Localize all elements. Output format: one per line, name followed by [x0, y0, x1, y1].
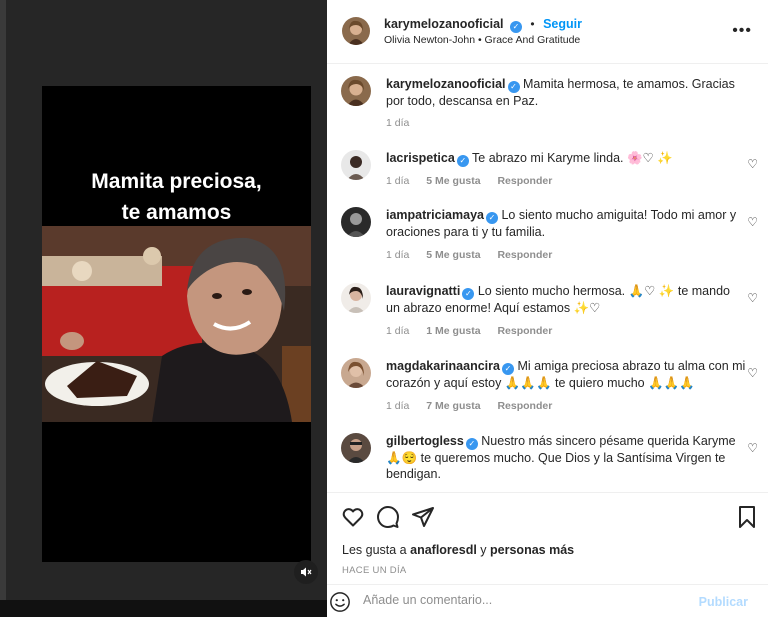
comment-username[interactable]: lauravignatti [386, 284, 460, 298]
like-comment-heart-icon[interactable]: ♡ [747, 291, 758, 305]
verified-badge-icon: ✓ [456, 155, 469, 167]
comment-meta: 1 día 1 Me gusta Responder [386, 325, 552, 337]
comment-username[interactable]: magdakarinaancira [386, 359, 500, 373]
reply-button[interactable]: Responder [497, 249, 552, 261]
comment-likes[interactable]: 5 Me gusta [426, 249, 480, 261]
reel-video[interactable]: Mamita preciosa, te amamos [42, 86, 311, 562]
mute-button[interactable] [294, 560, 318, 584]
comment-username[interactable]: gilbertogless [386, 434, 464, 448]
likes-conjunction: y [480, 543, 487, 557]
avatar-image [341, 358, 371, 388]
comment-meta: 1 día 7 Me gusta Responder [386, 400, 552, 412]
comment-text-block: lacrispetica ✓ Te abrazo mi Karyme linda.… [386, 150, 746, 167]
add-comment-bar: Publicar [327, 584, 768, 617]
likes-summary: Les gusta a anafloresdl y personas más [342, 543, 574, 557]
comment-text-block: lauravignatti ✓ Lo siento mucho hermosa. … [386, 283, 746, 316]
author-avatar[interactable] [342, 17, 370, 45]
comment-item: lauravignatti ✓ Lo siento mucho hermosa. … [341, 283, 761, 353]
caption-text-block: karymelozanooficial ✓ Mamita hermosa, te … [386, 76, 736, 109]
comment-avatar[interactable] [341, 207, 371, 237]
comment-item: iampatriciamaya ✓ Lo siento mucho amiguit… [341, 207, 761, 277]
like-heart-icon[interactable] [341, 505, 365, 529]
verified-badge-icon: ✓ [465, 438, 478, 450]
likes-prefix: Les gusta a [342, 543, 407, 557]
like-comment-heart-icon[interactable]: ♡ [747, 366, 758, 380]
comment-input[interactable] [363, 593, 643, 607]
speaker-muted-icon [301, 567, 312, 577]
comment-meta: 1 día 5 Me gusta Responder [386, 249, 552, 261]
post-header: karymelozanooficial ✓ • Seguir Olivia Ne… [327, 0, 768, 64]
header-separator: • [530, 17, 535, 31]
reply-button[interactable]: Responder [497, 175, 552, 187]
avatar-image [341, 150, 371, 180]
publish-button[interactable]: Publicar [699, 595, 748, 609]
verified-badge-icon: ✓ [501, 363, 514, 375]
comment-item: lacrispetica ✓ Te abrazo mi Karyme linda.… [341, 150, 761, 206]
comment-item: gilbertogless ✓ Nuestro más sincero pésam… [341, 433, 761, 492]
instagram-post-modal: Mamita preciosa, te amamos karymelozanoo… [0, 0, 768, 617]
reel-overlay-line-1: Mamita preciosa, [91, 170, 262, 193]
comment-text: Te abrazo mi Karyme linda. 🌸♡ ✨ [472, 151, 673, 165]
comment-likes[interactable]: 7 Me gusta [426, 400, 480, 412]
comment-time: 1 día [386, 325, 410, 337]
comment-time: 1 día [386, 249, 410, 261]
reel-photo [42, 226, 311, 422]
author-username[interactable]: karymelozanooficial [384, 17, 504, 31]
header-title-row: karymelozanooficial ✓ • Seguir [384, 15, 582, 33]
comment-avatar[interactable] [341, 358, 371, 388]
avatar-image [341, 433, 371, 463]
reel-overlay-text: Mamita preciosa, te amamos [42, 166, 311, 228]
audio-attribution[interactable]: Olivia Newton-John • Grace And Gratitude [384, 34, 580, 46]
comment-avatar[interactable] [341, 283, 371, 313]
verified-badge-icon: ✓ [485, 212, 498, 224]
emoji-icon[interactable] [329, 591, 351, 613]
comment-time: 1 día [386, 400, 410, 412]
verified-badge-icon: ✓ [507, 81, 520, 93]
comment-text-block: magdakarinaancira ✓ Mi amiga preciosa abr… [386, 358, 746, 391]
action-bar: Les gusta a anafloresdl y personas más H… [327, 492, 768, 582]
reply-button[interactable]: Responder [497, 325, 552, 337]
follow-button[interactable]: Seguir [543, 17, 582, 31]
verified-badge-icon: ✓ [462, 288, 475, 300]
comment-avatar[interactable] [341, 150, 371, 180]
comments-list: karymelozanooficial ✓ Mamita hermosa, te … [327, 64, 768, 492]
woman-with-cake-image [42, 226, 311, 422]
details-panel: karymelozanooficial ✓ • Seguir Olivia Ne… [327, 0, 768, 617]
avatar-image [342, 17, 370, 45]
likes-others-link[interactable]: personas más [490, 543, 574, 557]
likes-user-link[interactable]: anafloresdl [410, 543, 477, 557]
more-options-icon[interactable]: ••• [732, 22, 752, 40]
caption-time: 1 día [386, 117, 410, 129]
reply-button[interactable]: Responder [497, 400, 552, 412]
comment-likes[interactable]: 5 Me gusta [426, 175, 480, 187]
save-bookmark-icon[interactable] [735, 505, 759, 529]
verified-badge-icon: ✓ [509, 21, 522, 33]
comment-bubble-icon[interactable] [376, 505, 400, 529]
comment-username[interactable]: iampatriciamaya [386, 208, 484, 222]
backdrop-bottom [0, 600, 327, 617]
comment-meta: 1 día 5 Me gusta Responder [386, 175, 552, 187]
comment-text-block: iampatriciamaya ✓ Lo siento mucho amiguit… [386, 207, 746, 240]
caption-item: karymelozanooficial ✓ Mamita hermosa, te … [341, 76, 761, 132]
reel-overlay-line-2: te amamos [121, 201, 232, 224]
comment-avatar[interactable] [341, 433, 371, 463]
share-paper-plane-icon[interactable] [411, 505, 435, 529]
like-comment-heart-icon[interactable]: ♡ [747, 441, 758, 455]
caption-username[interactable]: karymelozanooficial [386, 77, 506, 91]
reel-container[interactable]: Mamita preciosa, te amamos [6, 0, 327, 600]
comment-likes[interactable]: 1 Me gusta [426, 325, 480, 337]
avatar-image [341, 76, 371, 106]
avatar-image [341, 283, 371, 313]
like-comment-heart-icon[interactable]: ♡ [747, 157, 758, 171]
comment-text-block: gilbertogless ✓ Nuestro más sincero pésam… [386, 433, 746, 482]
media-panel: Mamita preciosa, te amamos [0, 0, 327, 617]
comment-time: 1 día [386, 175, 410, 187]
comment-username[interactable]: lacrispetica [386, 151, 455, 165]
caption-avatar[interactable] [341, 76, 371, 106]
post-timestamp[interactable]: HACE UN DÍA [342, 565, 407, 576]
avatar-image [341, 207, 371, 237]
comment-item: magdakarinaancira ✓ Mi amiga preciosa abr… [341, 358, 761, 428]
like-comment-heart-icon[interactable]: ♡ [747, 215, 758, 229]
